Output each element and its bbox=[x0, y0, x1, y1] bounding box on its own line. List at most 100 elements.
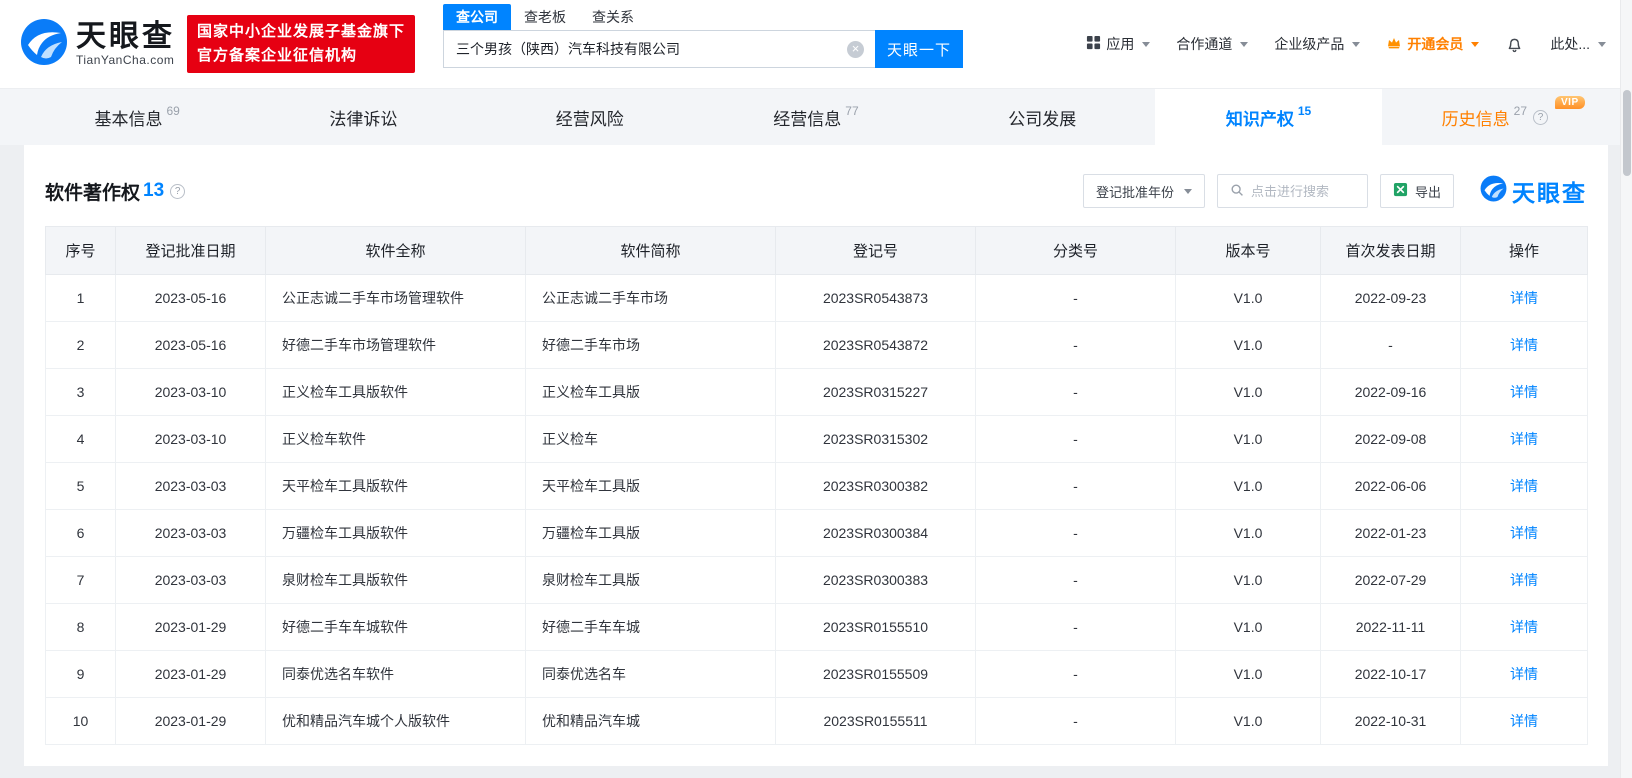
cell-pub-date: 2022-09-08 bbox=[1320, 415, 1461, 463]
cell-reg-no: 2023SR0155509 bbox=[775, 650, 976, 698]
tianyancha-watermark: 天眼查 bbox=[1480, 174, 1587, 208]
nav-apps[interactable]: 应用 bbox=[1086, 34, 1151, 54]
detail-link[interactable]: 详情 bbox=[1510, 619, 1538, 635]
tab-business-risk[interactable]: 经营风险 bbox=[477, 89, 703, 145]
tab-basic-info-count: 69 bbox=[166, 104, 180, 118]
detail-link[interactable]: 详情 bbox=[1510, 525, 1538, 541]
tab-legal-litigation[interactable]: 法律诉讼 bbox=[250, 89, 476, 145]
cell-pub-date: 2022-11-11 bbox=[1320, 603, 1461, 651]
detail-link[interactable]: 详情 bbox=[1510, 478, 1538, 494]
tab-business-info[interactable]: 经营信息 77 bbox=[703, 89, 929, 145]
cell-pub-date: 2022-07-29 bbox=[1320, 556, 1461, 604]
table-row: 8 2023-01-29 好德二手车车城软件 好德二手车车城 2023SR015… bbox=[45, 603, 1588, 651]
cell-reg-date: 2023-01-29 bbox=[115, 603, 266, 651]
cell-action: 详情 bbox=[1460, 462, 1588, 510]
notification-bell-icon[interactable] bbox=[1505, 35, 1524, 54]
nav-enterprise-products-label: 企业级产品 bbox=[1274, 36, 1345, 52]
cell-full-name: 优和精品汽车城个人版软件 bbox=[265, 697, 526, 745]
tab-basic-info[interactable]: 基本信息 69 bbox=[24, 89, 250, 145]
cell-class-no: - bbox=[975, 321, 1176, 369]
search-tab-company[interactable]: 查公司 bbox=[443, 4, 512, 30]
cell-reg-no: 2023SR0155511 bbox=[775, 697, 976, 745]
cell-pub-date: 2022-09-16 bbox=[1320, 368, 1461, 416]
export-button[interactable]: 导出 bbox=[1379, 174, 1454, 208]
cell-version: V1.0 bbox=[1175, 697, 1321, 745]
cell-version: V1.0 bbox=[1175, 415, 1321, 463]
top-navigation: 应用 合作通道 企业级产品 开通会员 此处... bbox=[1086, 34, 1606, 54]
site-header: 天眼查 TianYanCha.com 国家中小企业发展子基金旗下 官方备案企业征… bbox=[0, 0, 1632, 88]
nav-user-account[interactable]: 此处... bbox=[1550, 34, 1606, 54]
cell-reg-no: 2023SR0300383 bbox=[775, 556, 976, 604]
detail-link[interactable]: 详情 bbox=[1510, 290, 1538, 306]
col-header-reg-date: 登记批准日期 bbox=[115, 226, 266, 275]
tab-basic-info-label: 基本信息 bbox=[94, 109, 163, 129]
detail-link[interactable]: 详情 bbox=[1510, 666, 1538, 682]
tianyancha-logo[interactable]: 天眼查 TianYanCha.com bbox=[20, 18, 175, 71]
cell-action: 详情 bbox=[1460, 274, 1588, 322]
tab-company-development[interactable]: 公司发展 bbox=[929, 89, 1155, 145]
tab-intellectual-property-label: 知识产权 bbox=[1225, 109, 1294, 129]
detail-link[interactable]: 详情 bbox=[1510, 713, 1538, 729]
cell-action: 详情 bbox=[1460, 415, 1588, 463]
cell-class-no: - bbox=[975, 462, 1176, 510]
cell-short-name: 同泰优选名车 bbox=[525, 650, 776, 698]
detail-link[interactable]: 详情 bbox=[1510, 337, 1538, 353]
cell-reg-no: 2023SR0300382 bbox=[775, 462, 976, 510]
nav-user-label: 此处... bbox=[1550, 36, 1590, 52]
vertical-scrollbar-thumb[interactable] bbox=[1623, 90, 1631, 176]
help-icon[interactable]: ? bbox=[170, 183, 186, 199]
nav-cooperation[interactable]: 合作通道 bbox=[1176, 34, 1249, 54]
cell-short-name: 天平检车工具版 bbox=[525, 462, 776, 510]
tab-intellectual-property[interactable]: 知识产权 15 bbox=[1155, 89, 1382, 145]
detail-link[interactable]: 详情 bbox=[1510, 384, 1538, 400]
col-header-index: 序号 bbox=[45, 226, 116, 275]
help-icon[interactable]: ? bbox=[1533, 109, 1548, 125]
vip-badge: VIP bbox=[1555, 96, 1585, 109]
search-tab-relation[interactable]: 查关系 bbox=[579, 4, 647, 30]
cell-index: 8 bbox=[45, 603, 116, 651]
tab-history-info-count: 27 bbox=[1513, 104, 1527, 118]
table-row: 7 2023-03-03 泉财检车工具版软件 泉财检车工具版 2023SR030… bbox=[45, 556, 1588, 604]
table-search-input[interactable] bbox=[1250, 183, 1355, 199]
table-row: 3 2023-03-10 正义检车工具版软件 正义检车工具版 2023SR031… bbox=[45, 368, 1588, 416]
table-search-box[interactable] bbox=[1216, 174, 1368, 208]
nav-enterprise-products[interactable]: 企业级产品 bbox=[1274, 34, 1361, 54]
chevron-down-icon bbox=[1240, 41, 1249, 47]
search-tab-boss[interactable]: 查老板 bbox=[511, 4, 579, 30]
cell-short-name: 正义检车 bbox=[525, 415, 776, 463]
table-row: 5 2023-03-03 天平检车工具版软件 天平检车工具版 2023SR030… bbox=[45, 462, 1588, 510]
tab-history-info[interactable]: VIP 历史信息 27 ? bbox=[1382, 89, 1608, 145]
table-row: 9 2023-01-29 同泰优选名车软件 同泰优选名车 2023SR01555… bbox=[45, 650, 1588, 698]
cell-short-name: 泉财检车工具版 bbox=[525, 556, 776, 604]
excel-export-icon bbox=[1393, 182, 1408, 200]
nav-vip-membership[interactable]: 开通会员 bbox=[1386, 34, 1480, 54]
cell-index: 9 bbox=[45, 650, 116, 698]
company-tabbar: 基本信息 69 法律诉讼 经营风险 经营信息 77 公司发展 知识产权 15 V… bbox=[0, 88, 1632, 145]
cell-pub-date: 2022-09-23 bbox=[1320, 274, 1461, 322]
cell-pub-date: 2022-10-31 bbox=[1320, 697, 1461, 745]
search-button[interactable]: 天眼一下 bbox=[875, 30, 964, 68]
cell-full-name: 正义检车工具版软件 bbox=[265, 368, 526, 416]
software-copyright-table: 序号 登记批准日期 软件全称 软件简称 登记号 分类号 版本号 首次发表日期 操… bbox=[45, 226, 1588, 745]
cell-short-name: 优和精品汽车城 bbox=[525, 697, 776, 745]
company-search-input[interactable] bbox=[443, 30, 876, 68]
apps-grid-icon bbox=[1086, 35, 1101, 53]
cell-action: 详情 bbox=[1460, 321, 1588, 369]
cell-pub-date: 2022-10-17 bbox=[1320, 650, 1461, 698]
year-filter-dropdown[interactable]: 登记批准年份 bbox=[1082, 174, 1205, 208]
clear-input-icon[interactable]: × bbox=[847, 41, 865, 58]
cell-class-no: - bbox=[975, 650, 1176, 698]
export-label: 导出 bbox=[1414, 184, 1441, 200]
detail-link[interactable]: 详情 bbox=[1510, 572, 1538, 588]
col-header-pub-date: 首次发表日期 bbox=[1320, 226, 1461, 275]
vertical-scrollbar-track[interactable] bbox=[1620, 0, 1632, 778]
cell-class-no: - bbox=[975, 697, 1176, 745]
cell-version: V1.0 bbox=[1175, 368, 1321, 416]
cell-full-name: 万疆检车工具版软件 bbox=[265, 509, 526, 557]
brand-name: 天眼查 bbox=[76, 20, 175, 53]
detail-link[interactable]: 详情 bbox=[1510, 431, 1538, 447]
cell-reg-date: 2023-03-03 bbox=[115, 556, 266, 604]
cell-version: V1.0 bbox=[1175, 603, 1321, 651]
cell-short-name: 公正志诚二手车市场 bbox=[525, 274, 776, 322]
tab-business-info-label: 经营信息 bbox=[773, 109, 842, 129]
